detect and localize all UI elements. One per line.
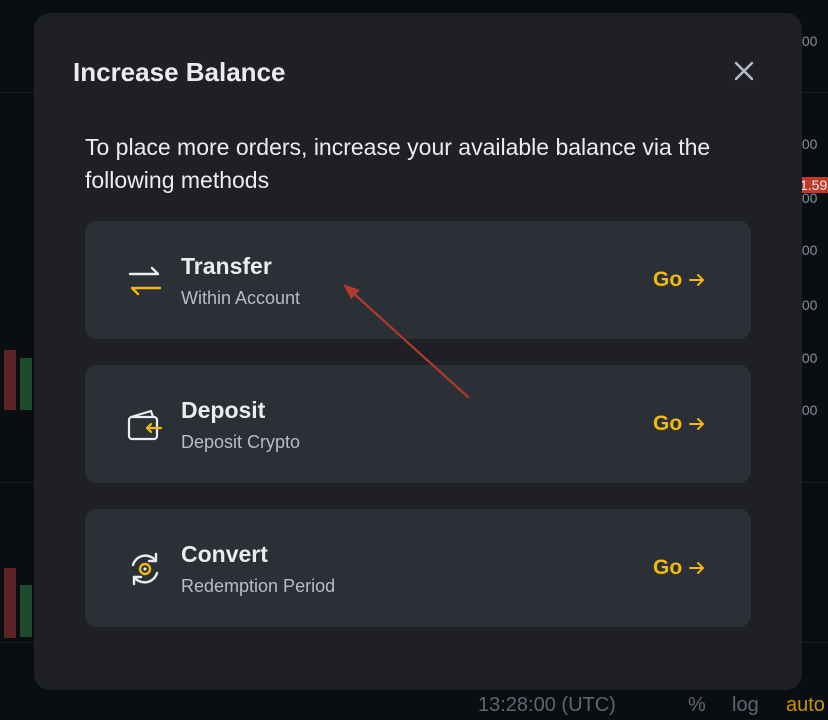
- option-title: Convert: [181, 541, 268, 567]
- auto-toggle[interactable]: auto: [786, 694, 825, 717]
- option-subtitle: Within Account: [181, 288, 301, 308]
- go-label: Go: [653, 268, 683, 291]
- wallet-deposit-icon: [125, 405, 165, 445]
- price-axis-label: .00: [798, 33, 818, 49]
- arrow-right-icon: [689, 562, 705, 574]
- modal-title: Increase Balance: [73, 57, 286, 87]
- deposit-option[interactable]: Deposit Deposit Crypto Go: [85, 365, 751, 483]
- go-label: Go: [653, 556, 683, 579]
- chart-bottom-toolbar: 13:28:00 (UTC) % log auto: [0, 690, 828, 720]
- close-icon: [734, 61, 754, 81]
- arrow-right-icon: [689, 274, 705, 286]
- convert-icon: [125, 549, 165, 589]
- candlestick: [20, 358, 32, 410]
- transfer-option[interactable]: Transfer Within Account Go: [85, 221, 751, 339]
- go-button[interactable]: Go: [653, 556, 706, 580]
- percent-toggle[interactable]: %: [688, 694, 706, 717]
- price-axis-label: .00: [798, 190, 818, 206]
- go-label: Go: [653, 412, 683, 435]
- transfer-icon: [125, 261, 165, 301]
- price-axis-label: .00: [798, 350, 818, 366]
- price-axis-label: .00: [798, 402, 818, 418]
- price-axis-label: .00: [798, 136, 818, 152]
- increase-balance-modal: Increase Balance To place more orders, i…: [34, 13, 802, 690]
- modal-description: To place more orders, increase your avai…: [85, 134, 711, 193]
- candlestick: [4, 568, 16, 638]
- price-axis-label: .00: [798, 297, 818, 313]
- candlestick: [4, 350, 16, 410]
- price-axis-label: .00: [798, 242, 818, 258]
- log-toggle[interactable]: log: [732, 694, 759, 717]
- go-button[interactable]: Go: [653, 412, 706, 436]
- convert-option[interactable]: Convert Redemption Period Go: [85, 509, 751, 627]
- candlestick: [20, 585, 32, 637]
- close-button[interactable]: [730, 57, 758, 85]
- arrow-right-icon: [689, 418, 705, 430]
- option-title: Deposit: [181, 397, 266, 423]
- option-subtitle: Deposit Crypto: [181, 432, 301, 452]
- option-subtitle: Redemption Period: [181, 576, 336, 596]
- option-title: Transfer: [181, 253, 272, 279]
- go-button[interactable]: Go: [653, 268, 706, 292]
- time-label: 13:28:00 (UTC): [478, 694, 616, 716]
